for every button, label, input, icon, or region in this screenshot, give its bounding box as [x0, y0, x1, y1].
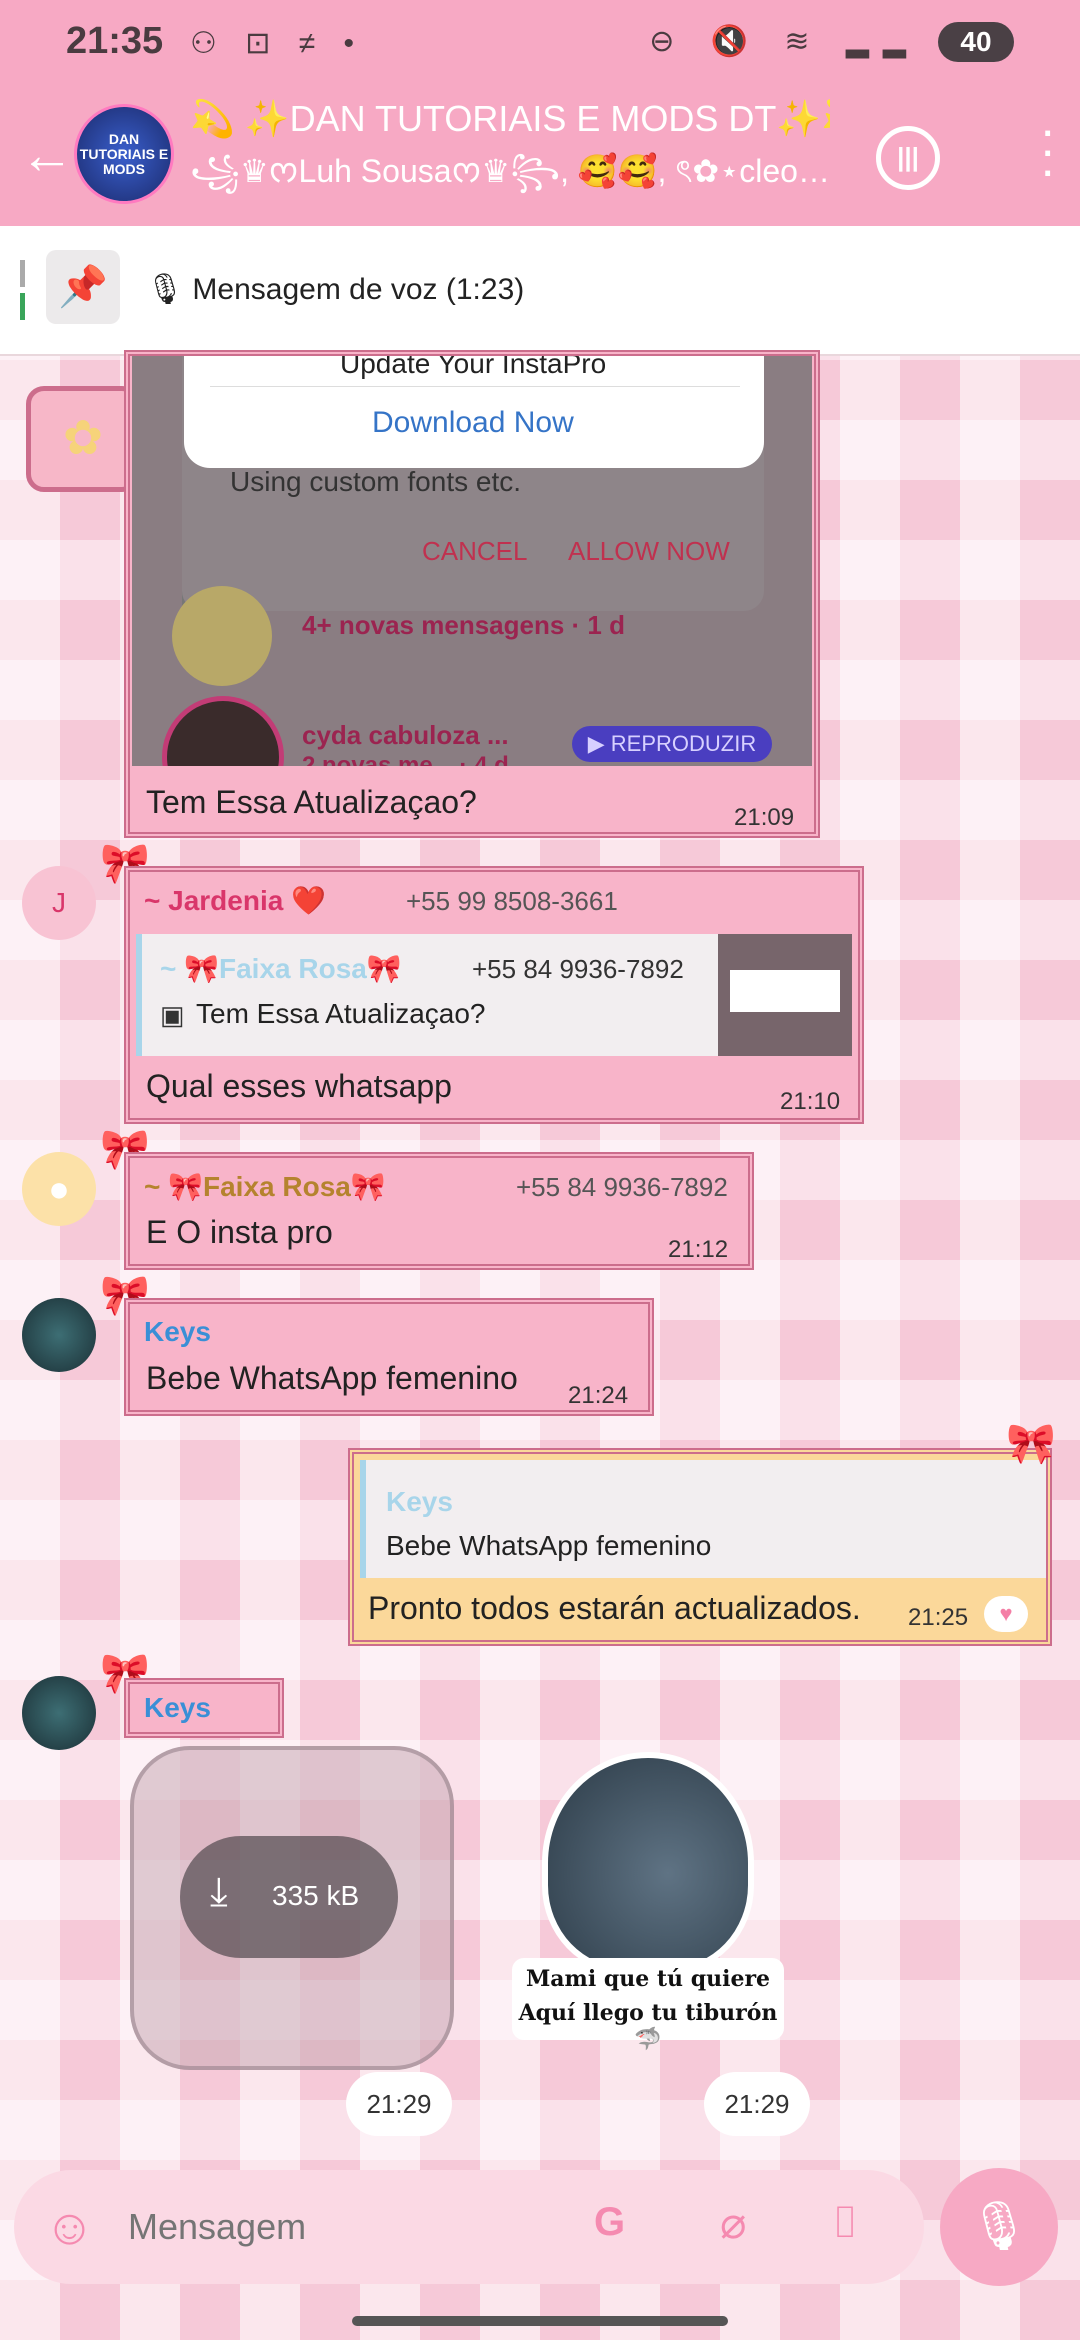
download-now-text: Download Now [372, 406, 574, 439]
message-text: Qual esses whatsapp [146, 1068, 452, 1104]
reply-text: Bebe WhatsApp femenino [386, 1530, 712, 1561]
group-members[interactable]: ꧁♛ᰔLuh Sousaᰔ♛꧂, 🥰🥰, ৎ✿⋆cleo✦... [190, 146, 840, 212]
microphone-button[interactable]: 🎙 [940, 2168, 1058, 2286]
message-time: 21:09 [734, 804, 795, 831]
message-time: 21:10 [780, 1088, 841, 1115]
message-time: 21:24 [568, 1382, 629, 1409]
battery-indicator: 40 [938, 22, 1014, 62]
dialog-allow: ALLOW NOW [568, 536, 730, 566]
file-size: 335 kB [272, 1880, 360, 1911]
reply-quote[interactable]: Keys Bebe WhatsApp femenino [360, 1460, 1046, 1578]
download-icon: ⤓ [210, 1870, 228, 1914]
attach-icon[interactable]: ⌀ [720, 2198, 747, 2249]
sender-name[interactable]: ~ 🎀Faixa Rosa🎀 [144, 1170, 386, 1203]
microphone-icon: 🎙 [968, 2200, 1030, 2253]
pinned-message-text: 🎙 Mensagem de voz (1:23) [146, 273, 525, 306]
pinned-label: Mensagem de voz (1:23) [192, 273, 525, 306]
back-arrow-icon[interactable]: ← [20, 124, 74, 186]
message-text: E O insta pro [146, 1214, 333, 1250]
avatar[interactable] [22, 1298, 96, 1372]
sender-phone: +55 99 8508-3661 [406, 886, 618, 916]
message-input[interactable] [126, 2194, 570, 2260]
pinned-message-bar[interactable]: 📌 🎙 Mensagem de voz (1:23) [0, 226, 1080, 356]
notif-avatar-2 [162, 696, 284, 766]
sticker-thumbnail[interactable]: ✿ [26, 386, 140, 492]
message-image[interactable]: Using custom fonts etc. CANCEL ALLOW NOW… [132, 356, 812, 766]
more-options-icon[interactable]: · · · [1039, 105, 1056, 195]
popup-divider [210, 386, 740, 387]
message-text: Tem Essa Atualizaçao? [146, 784, 477, 820]
status-bar: 21:35 ⚇ ⊡ ≠ • ⊖ 🔇 ≋ ▂▂ 40 [0, 0, 1080, 84]
translate-icon[interactable]: G [594, 2200, 625, 2245]
status-time: 21:35 [66, 20, 164, 62]
notif-avatar-1 [172, 586, 272, 686]
message-bubble[interactable]: ~ Jardenia ❤️ +55 99 8508-3661 ~ 🎀Faixa … [126, 868, 862, 1122]
outgoing-message-bubble[interactable]: Keys Bebe WhatsApp femenino Pronto todos… [350, 1450, 1050, 1644]
avatar[interactable]: J [22, 866, 96, 940]
shark-face [542, 1752, 754, 1974]
pin-icon[interactable]: 📌 [46, 250, 120, 324]
avatar-user-icon[interactable]: ● [22, 1152, 96, 1226]
reply-text: Tem Essa Atualizaçao? [196, 998, 486, 1029]
shark-sticker[interactable]: Mami que tú quiere Aquí llego tu tiburón… [510, 1752, 790, 2062]
reply-quote[interactable]: ~ 🎀Faixa Rosa🎀 +55 84 9936-7892 ▣ Tem Es… [136, 934, 726, 1056]
message-bubble[interactable]: Keys Bebe WhatsApp femenino 21:24 [126, 1300, 652, 1414]
update-text: Update Your InstaPro [340, 356, 607, 379]
message-composer: ☺ G ⌀ ⌷ [14, 2170, 924, 2284]
chat-header: ← DAN TUTORIAIS E MODS 💫 ✨DAN TUTORIAIS … [0, 84, 1080, 226]
sticker-caption: Mami que tú quiere Aquí llego tu tiburón… [512, 1958, 784, 2052]
group-avatar[interactable]: DAN TUTORIAIS E MODS [74, 104, 174, 204]
system-icons: ⊖ 🔇 ≋ ▂▂ [649, 25, 920, 58]
message-bubble[interactable]: Using custom fonts etc. CANCEL ALLOW NOW… [126, 352, 818, 836]
notif-name-2: cyda cabuloza ... [302, 720, 509, 750]
sender-name[interactable]: ~ Jardenia ❤️ [144, 884, 326, 917]
sticker-caption-line-2: Aquí llego tu tiburón 🦈 [518, 2000, 778, 2052]
reaction-hearts-icon[interactable]: ♥ [984, 1596, 1028, 1632]
update-popup: Update Your InstaPro Download Now [184, 356, 764, 468]
image-icon: ▣ [160, 1000, 185, 1030]
camera-icon[interactable]: ⌷ [832, 2198, 858, 2248]
gesture-nav-bar[interactable] [352, 2316, 728, 2326]
reply-thumbnail-dialog [730, 970, 840, 1012]
avatar[interactable] [22, 1676, 96, 1750]
emoji-icon[interactable]: ☺ [44, 2198, 95, 2256]
message-time: 21:25 [908, 1604, 969, 1631]
voice-chat-icon[interactable]: ||| [876, 126, 940, 190]
message-time: 21:12 [668, 1236, 729, 1263]
sender-name[interactable]: Keys [144, 1316, 211, 1348]
sticker-placeholder[interactable]: ⤓ 335 kB [130, 1746, 454, 2070]
sender-name[interactable]: Keys [144, 1692, 211, 1724]
sender-tag[interactable]: Keys [126, 1680, 282, 1736]
sticker-time: 21:29 [704, 2072, 810, 2136]
notif-text-1: 4+ novas mensagens · 1 d [302, 610, 625, 640]
dialog-body-text: Using custom fonts etc. [230, 466, 522, 497]
reply-thumbnail [718, 934, 852, 1056]
notif-sub-2: 2 novas me... · 4 d [302, 752, 509, 766]
download-button[interactable]: ⤓ 335 kB [180, 1836, 398, 1958]
bow-decoration-icon: 🎀 [1006, 1422, 1056, 1466]
reply-sender: Keys [386, 1486, 453, 1517]
message-text: Pronto todos estarán actualizados. [368, 1590, 861, 1626]
message-text: Bebe WhatsApp femenino [146, 1360, 518, 1396]
reply-phone: +55 84 9936-7892 [472, 954, 684, 984]
group-title[interactable]: 💫 ✨DAN TUTORIAIS E MODS DT✨💫 [190, 98, 830, 140]
dialog-cancel: CANCEL [422, 536, 528, 566]
notification-icons: ⚇ ⊡ ≠ • [190, 27, 365, 60]
pinned-indicator [20, 260, 25, 320]
sender-phone: +55 84 9936-7892 [516, 1172, 728, 1202]
message-time: 21:29 [346, 2072, 452, 2136]
message-bubble[interactable]: ~ 🎀Faixa Rosa🎀 +55 84 9936-7892 E O inst… [126, 1154, 752, 1268]
reply-sender: ~ 🎀Faixa Rosa🎀 [160, 953, 402, 984]
play-button: ▶ REPRODUZIR [572, 726, 772, 762]
sticker-caption-line-1: Mami que tú quiere [525, 1966, 771, 1992]
